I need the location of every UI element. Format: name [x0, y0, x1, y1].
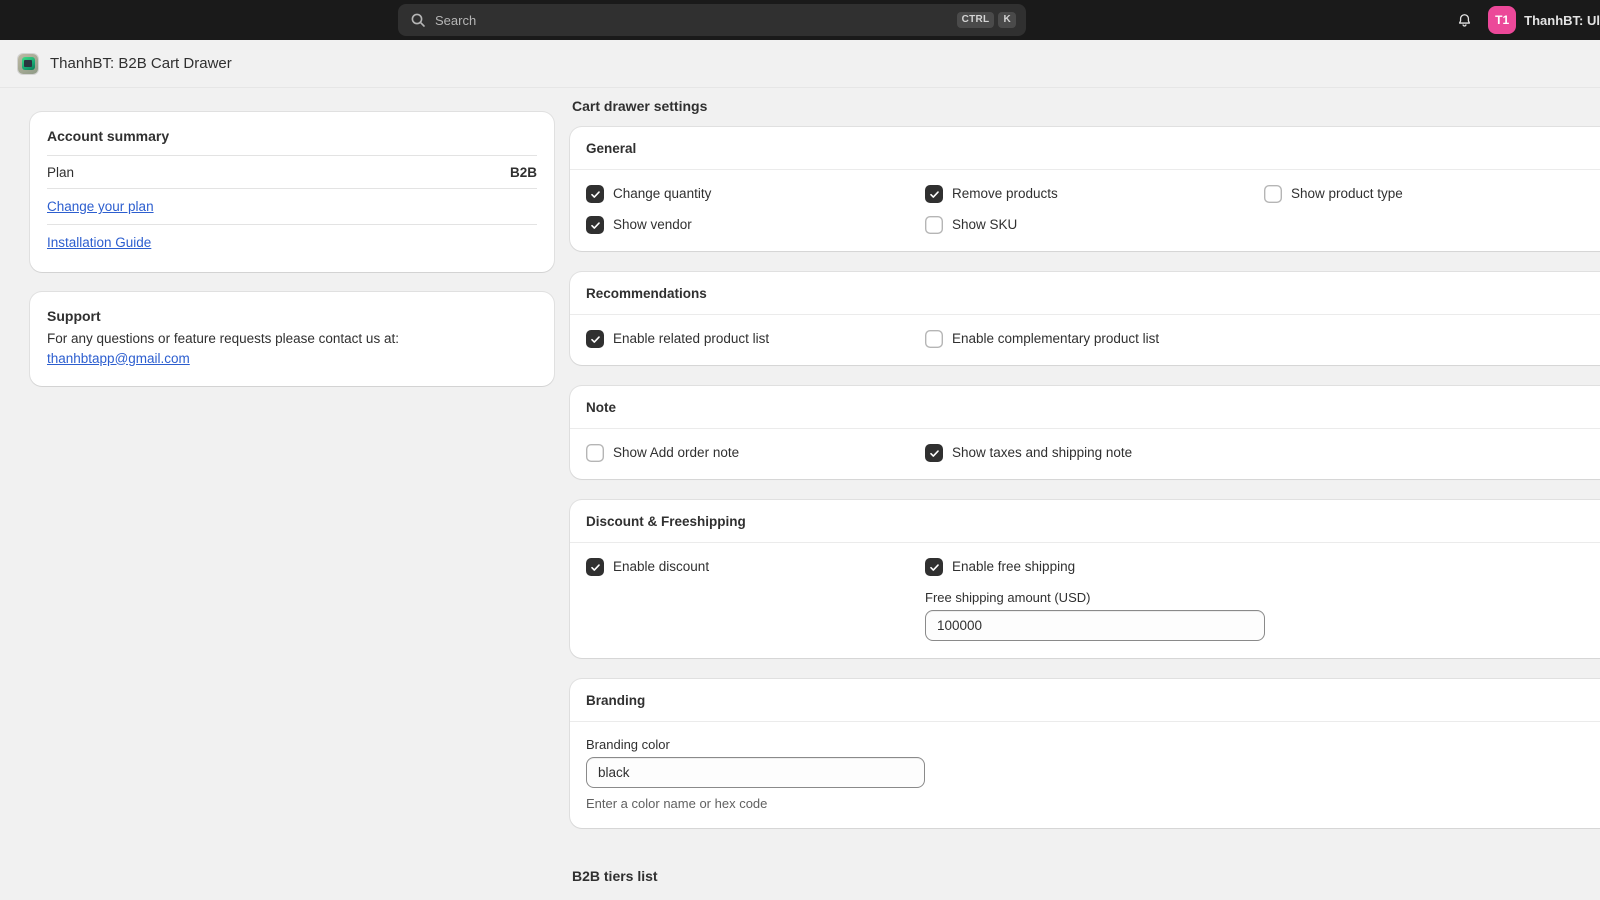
checkbox-unchecked-icon[interactable]: [925, 216, 943, 234]
discount-section-card: Discount & Freeshipping Enable discount: [570, 500, 1600, 658]
recommendations-section-title: Recommendations: [570, 272, 1600, 314]
support-body: For any questions or feature requests pl…: [47, 329, 537, 349]
checkbox-checked-icon[interactable]: [586, 185, 604, 203]
checkbox-unchecked-icon[interactable]: [1264, 185, 1282, 203]
checkbox-label: Show Add order note: [613, 444, 739, 462]
app-icon: [18, 54, 38, 74]
checkbox-unchecked-icon[interactable]: [925, 330, 943, 348]
note-section-card: Note Show Add order note Show taxes and …: [570, 386, 1600, 479]
checkbox-label: Enable complementary product list: [952, 330, 1159, 348]
checkbox-label: Show product type: [1291, 185, 1403, 203]
grid-spacer: [1264, 216, 1600, 234]
discount-column: Enable discount: [586, 558, 925, 641]
checkbox-show-vendor[interactable]: Show vendor: [586, 216, 925, 234]
branding-section-card: Branding Branding color black Enter a co…: [570, 679, 1600, 828]
checkbox-change-quantity[interactable]: Change quantity: [586, 185, 925, 203]
branding-section-title: Branding: [570, 679, 1600, 721]
app-icon-inner: [22, 57, 35, 70]
account-summary-title: Account summary: [47, 128, 537, 144]
checkbox-label: Enable discount: [613, 558, 709, 576]
checkbox-checked-icon[interactable]: [925, 444, 943, 462]
notifications-button[interactable]: [1450, 6, 1478, 34]
free-shipping-amount-label: Free shipping amount (USD): [925, 590, 1264, 605]
top-bar: Search CTRL K T1 ThanhBT: Ul: [0, 0, 1600, 40]
plan-value: B2B: [510, 165, 537, 180]
installation-guide-link[interactable]: Installation Guide: [47, 235, 151, 250]
branding-color-help-text: Enter a color name or hex code: [586, 796, 1600, 811]
general-section-title: General: [570, 127, 1600, 169]
shortcut-modifier-key: CTRL: [957, 12, 995, 28]
branding-color-label: Branding color: [586, 737, 1600, 752]
discount-section-title: Discount & Freeshipping: [570, 500, 1600, 542]
checkbox-checked-icon[interactable]: [586, 216, 604, 234]
page-title: ThanhBT: B2B Cart Drawer: [50, 55, 232, 72]
b2b-tiers-list-heading: B2B tiers list: [572, 868, 1600, 884]
checkbox-enable-discount[interactable]: Enable discount: [586, 558, 925, 576]
change-plan-row: Change your plan: [47, 189, 537, 224]
page-body: Account summary Plan B2B Change your pla…: [0, 88, 1600, 900]
search-input[interactable]: Search: [435, 14, 957, 27]
support-email-link[interactable]: thanhbtapp@gmail.com: [47, 351, 190, 366]
checkbox-label: Change quantity: [613, 185, 711, 203]
branding-color-input[interactable]: black: [586, 757, 925, 788]
free-shipping-column: Enable free shipping Free shipping amoun…: [925, 558, 1264, 641]
checkbox-label: Remove products: [952, 185, 1058, 203]
checkbox-checked-icon[interactable]: [925, 185, 943, 203]
checkbox-label: Show taxes and shipping note: [952, 444, 1132, 462]
checkbox-unchecked-icon[interactable]: [586, 444, 604, 462]
checkbox-show-taxes-and-shipping-note[interactable]: Show taxes and shipping note: [925, 444, 1264, 462]
search-bar[interactable]: Search CTRL K: [398, 4, 1026, 36]
checkbox-label: Enable related product list: [613, 330, 769, 348]
account-summary-card: Account summary Plan B2B Change your pla…: [30, 112, 554, 272]
checkbox-remove-products[interactable]: Remove products: [925, 185, 1264, 203]
general-section-card: General Change quantity Remove product: [570, 127, 1600, 251]
change-plan-link[interactable]: Change your plan: [47, 199, 154, 214]
grid-spacer: [1264, 444, 1600, 462]
checkbox-show-product-type[interactable]: Show product type: [1264, 185, 1600, 203]
bell-icon: [1456, 12, 1473, 29]
checkbox-label: Show SKU: [952, 216, 1017, 234]
installation-guide-row: Installation Guide: [47, 225, 537, 260]
app-icon-glyph: [24, 60, 32, 67]
settings-heading: Cart drawer settings: [572, 98, 1600, 114]
user-name: ThanhBT: Ul: [1524, 13, 1600, 28]
checkbox-show-sku[interactable]: Show SKU: [925, 216, 1264, 234]
checkbox-enable-related-product-list[interactable]: Enable related product list: [586, 330, 925, 348]
left-column: Account summary Plan B2B Change your pla…: [30, 112, 554, 386]
shortcut-key: K: [998, 12, 1016, 28]
note-section-title: Note: [570, 386, 1600, 428]
checkbox-enable-free-shipping[interactable]: Enable free shipping: [925, 558, 1264, 576]
search-icon: [410, 12, 426, 28]
free-shipping-amount-input[interactable]: 100000: [925, 610, 1265, 641]
checkbox-label: Show vendor: [613, 216, 692, 234]
search-shortcut: CTRL K: [957, 12, 1016, 28]
user-menu-button[interactable]: T1 ThanhBT: Ul: [1488, 5, 1600, 35]
checkbox-checked-icon[interactable]: [925, 558, 943, 576]
avatar: T1: [1488, 6, 1516, 34]
top-bar-right: T1 ThanhBT: Ul: [1450, 0, 1600, 40]
checkbox-checked-icon[interactable]: [586, 558, 604, 576]
support-title: Support: [47, 308, 537, 324]
plan-label: Plan: [47, 165, 74, 180]
grid-spacer: [1264, 558, 1600, 641]
recommendations-section-card: Recommendations Enable related product l…: [570, 272, 1600, 365]
grid-spacer: [1264, 330, 1600, 348]
checkbox-checked-icon[interactable]: [586, 330, 604, 348]
app-header: ThanhBT: B2B Cart Drawer: [0, 40, 1600, 88]
settings-column: Cart drawer settings General Change quan…: [570, 98, 1600, 884]
plan-row: Plan B2B: [47, 156, 537, 188]
checkbox-enable-complementary-product-list[interactable]: Enable complementary product list: [925, 330, 1264, 348]
support-card: Support For any questions or feature req…: [30, 292, 554, 386]
checkbox-label: Enable free shipping: [952, 558, 1075, 576]
checkbox-show-add-order-note[interactable]: Show Add order note: [586, 444, 925, 462]
